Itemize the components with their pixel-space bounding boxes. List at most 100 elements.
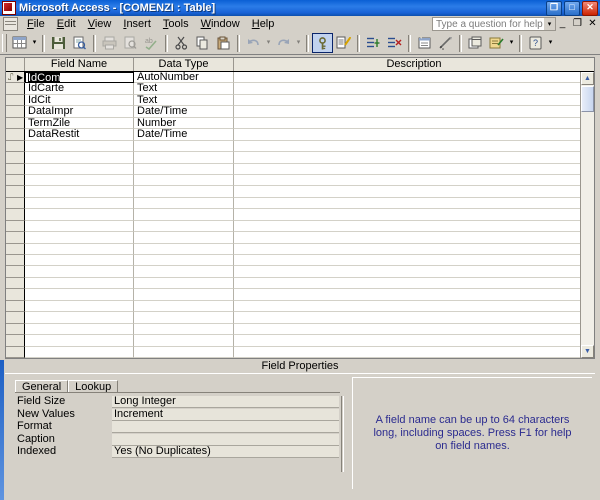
print-button[interactable]	[99, 33, 120, 53]
grid-header-data-type[interactable]: Data Type	[134, 58, 234, 71]
data-type-cell[interactable]	[134, 289, 234, 301]
table-row[interactable]: IdCarte Text	[6, 83, 594, 95]
row-selector[interactable]	[6, 163, 25, 175]
field-name-cell[interactable]	[25, 346, 134, 358]
close-button[interactable]: ✕	[582, 1, 598, 16]
document-close-button[interactable]: ✕	[587, 18, 598, 29]
field-name-cell[interactable]: DataImpr	[25, 106, 134, 118]
field-name-cell[interactable]	[25, 197, 134, 210]
view-dropdown-icon[interactable]: ▾	[30, 33, 39, 53]
description-cell[interactable]	[234, 278, 594, 290]
data-type-cell[interactable]	[134, 232, 234, 244]
insert-rows-button[interactable]	[363, 33, 384, 53]
row-selector[interactable]	[6, 140, 25, 153]
table-row[interactable]	[6, 232, 594, 244]
copy-button[interactable]	[192, 33, 213, 53]
cut-button[interactable]	[171, 33, 192, 53]
description-cell[interactable]	[234, 175, 594, 187]
field-name-cell[interactable]	[25, 323, 134, 336]
row-selector[interactable]	[6, 312, 25, 324]
field-name-cell[interactable]	[25, 232, 134, 244]
field-name-cell[interactable]	[25, 335, 134, 347]
data-type-cell[interactable]	[134, 266, 234, 278]
redo-button[interactable]	[273, 33, 294, 53]
description-cell[interactable]	[234, 244, 594, 255]
table-row[interactable]	[6, 300, 594, 313]
build-button[interactable]	[435, 33, 456, 53]
search-button[interactable]	[69, 33, 90, 53]
data-type-cell[interactable]: Date/Time	[134, 106, 234, 118]
table-row[interactable]: IdCit Text	[6, 94, 594, 107]
data-type-cell[interactable]: Number	[134, 117, 234, 130]
property-row[interactable]: Format	[15, 421, 339, 434]
table-row[interactable]	[6, 255, 594, 267]
row-selector[interactable]	[6, 83, 25, 95]
data-type-cell[interactable]	[134, 277, 234, 290]
table-row[interactable]: DataRestit Date/Time	[6, 129, 594, 141]
menu-item-tools[interactable]: Tools	[157, 17, 195, 31]
property-value-input[interactable]: Long Integer	[112, 396, 339, 408]
delete-rows-button[interactable]	[384, 33, 405, 53]
field-name-cell[interactable]	[25, 312, 134, 324]
data-type-cell[interactable]	[134, 346, 234, 358]
table-row[interactable]	[6, 152, 594, 164]
menu-item-edit[interactable]: Edit	[51, 17, 82, 31]
property-row[interactable]: Field Size Long Integer	[15, 396, 339, 409]
row-selector[interactable]	[6, 220, 25, 233]
row-selector[interactable]: ⑀ ▶	[6, 72, 25, 84]
table-row[interactable]	[6, 312, 594, 324]
row-selector[interactable]	[6, 186, 25, 198]
field-name-cell[interactable]	[25, 255, 134, 267]
help-question-dropdown-icon[interactable]: ▾	[544, 17, 556, 31]
data-type-cell[interactable]	[134, 300, 234, 313]
maximize-button[interactable]: □	[564, 1, 580, 16]
field-name-cell[interactable]: DataRestit	[25, 129, 134, 141]
description-cell[interactable]	[234, 255, 594, 267]
description-cell[interactable]	[234, 312, 594, 324]
description-cell[interactable]	[234, 129, 594, 141]
property-value-input[interactable]: Yes (No Duplicates)	[112, 446, 339, 459]
description-cell[interactable]	[234, 221, 594, 233]
scroll-thumb[interactable]	[581, 86, 594, 112]
database-window-button[interactable]	[465, 33, 486, 53]
restore-button[interactable]: ❐	[546, 1, 562, 16]
description-cell[interactable]	[234, 335, 594, 347]
description-cell[interactable]	[234, 301, 594, 313]
row-selector[interactable]	[6, 277, 25, 290]
row-selector[interactable]	[6, 266, 25, 278]
data-type-cell[interactable]	[134, 220, 234, 233]
field-name-cell[interactable]: IdCarte	[25, 83, 134, 95]
toolbar-grip[interactable]	[2, 34, 7, 52]
undo-dropdown-icon[interactable]: ▾	[264, 33, 273, 53]
undo-button[interactable]	[243, 33, 264, 53]
help-question-input[interactable]: Type a question for help	[432, 17, 544, 31]
row-selector[interactable]	[6, 94, 25, 107]
table-row[interactable]	[6, 163, 594, 175]
save-button[interactable]	[48, 33, 69, 53]
description-cell[interactable]	[234, 198, 594, 210]
data-type-cell[interactable]	[134, 197, 234, 210]
description-cell[interactable]	[234, 186, 594, 198]
menu-item-help[interactable]: Help	[246, 17, 281, 31]
data-type-cell[interactable]	[134, 209, 234, 221]
menu-item-file[interactable]: FFileile	[21, 17, 51, 31]
row-selector[interactable]	[6, 289, 25, 301]
data-type-cell[interactable]: Text	[134, 94, 234, 107]
description-cell[interactable]	[234, 118, 594, 130]
scroll-up-button[interactable]: ▲	[581, 72, 594, 85]
row-selector[interactable]	[6, 300, 25, 313]
field-name-cell[interactable]	[25, 266, 134, 278]
table-row[interactable]: ⑀ ▶ IdCom AutoNumber	[6, 72, 594, 84]
row-selector[interactable]	[6, 232, 25, 244]
field-name-cell[interactable]	[25, 186, 134, 198]
field-name-cell[interactable]: TermZile	[25, 117, 134, 130]
field-name-cell[interactable]	[25, 152, 134, 164]
field-name-cell[interactable]	[25, 220, 134, 233]
field-name-cell[interactable]	[25, 300, 134, 313]
description-cell[interactable]	[234, 152, 594, 164]
description-cell[interactable]	[234, 164, 594, 175]
new-object-button[interactable]	[486, 33, 507, 53]
field-name-cell[interactable]: IdCom	[25, 72, 134, 84]
row-selector[interactable]	[6, 174, 25, 187]
field-name-cell[interactable]	[25, 174, 134, 187]
